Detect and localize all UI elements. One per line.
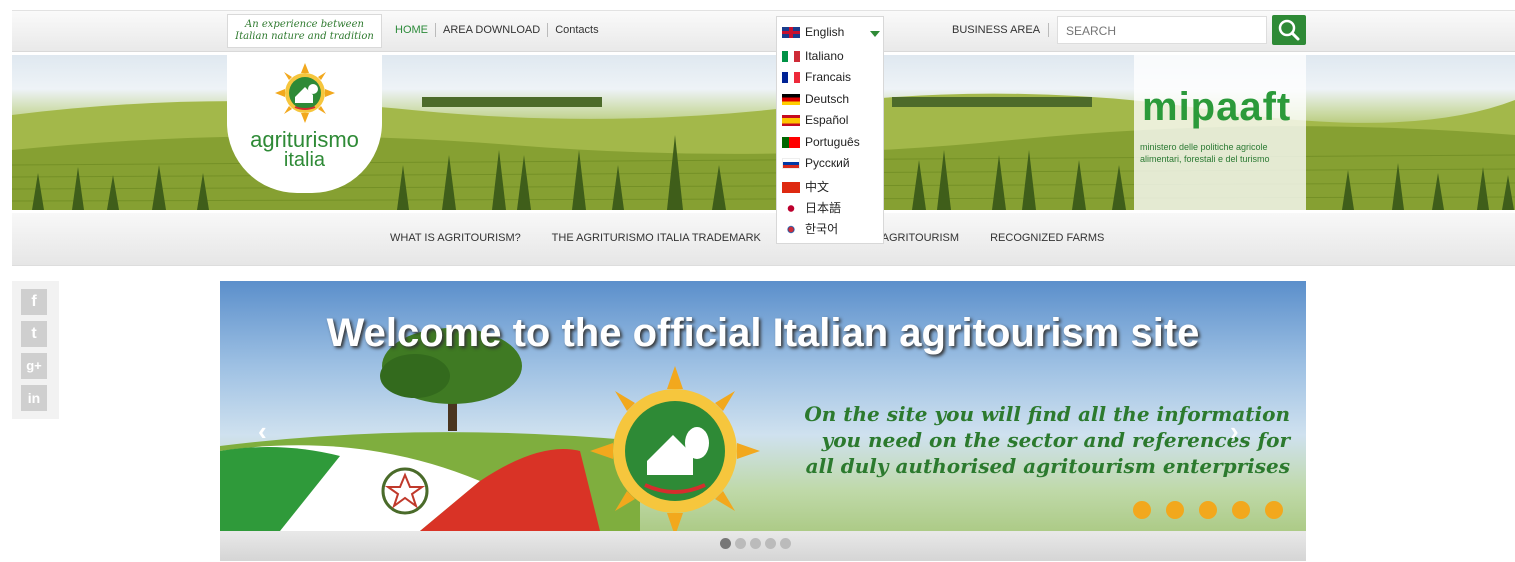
facebook-icon[interactable]: f [21,289,47,315]
search-input[interactable] [1058,17,1268,45]
language-option-label: Español [805,113,849,127]
russia-flag-icon [782,158,800,170]
language-option-label: 日本語 [805,201,842,215]
ministry-description: ministero delle politiche agricole alime… [1140,142,1270,164]
search-button[interactable] [1272,15,1306,45]
top-bar: An experience between Italian nature and… [12,10,1515,52]
business-area-link[interactable]: BUSINESS AREA [952,23,1050,37]
slider-next-icon[interactable]: › [1230,416,1239,447]
language-option-korean[interactable]: 한국어 [782,220,838,237]
uk-flag-icon [782,27,800,39]
spain-flag-icon [782,115,800,127]
language-dropdown[interactable]: English Italiano Francais Deutsch Españo… [776,16,884,244]
logo-wordmark-line2: italia [283,149,326,171]
header-banner: agriturismo italia mipaaft ministero del… [12,55,1515,210]
nav-contacts-link[interactable]: Contacts [548,23,605,37]
slider-caption-line3: all duly authorised agritourism enterpri… [805,454,1290,478]
language-option-label: Русский [805,156,850,170]
language-option-label: Português [805,135,860,149]
language-option-deutsch[interactable]: Deutsch [782,92,849,106]
germany-flag-icon [782,94,800,106]
language-option-label: Francais [805,70,852,84]
france-flag-icon [782,72,800,84]
ministry-logo[interactable]: mipaaft ministero delle politiche agrico… [1134,55,1306,210]
language-option-russian[interactable]: Русский [782,156,850,170]
language-option-francais[interactable]: Francais [782,70,851,84]
nav-trademark[interactable]: THE AGRITURISMO ITALIA TRADEMARK [552,232,761,244]
slider-dot-1[interactable] [720,538,731,549]
nav-recognized-farms[interactable]: RECOGNIZED FARMS [990,232,1104,244]
language-option-espanol[interactable]: Español [782,113,848,127]
agriturismo-logo[interactable]: agriturismo italia [227,55,382,193]
hero-slider: Welcome to the official Italian agritour… [220,281,1306,561]
language-option-japanese[interactable]: 日本語 [782,199,841,216]
slider-pager [220,531,1306,561]
language-option-italiano[interactable]: Italiano [782,49,844,63]
italy-flag-icon [782,51,800,63]
language-option-portugues[interactable]: Português [782,135,860,149]
slider-prev-icon[interactable]: ‹ [258,416,267,447]
china-flag-icon [782,182,800,194]
language-selected[interactable]: English [782,25,844,39]
slider-title: Welcome to the official Italian agritour… [326,311,1200,355]
main-nav: WHAT IS AGRITOURISM? THE AGRITURISMO ITA… [12,213,1515,266]
social-bar: f t g+ in [12,281,59,419]
linkedin-icon[interactable]: in [21,385,47,411]
tagline: An experience between Italian nature and… [227,14,382,48]
dropdown-caret-icon [870,31,880,37]
language-selected-label: English [805,25,845,39]
page: An experience between Italian nature and… [12,0,1515,562]
slider-caption: On the site you will find all the inform… [780,401,1290,479]
portugal-flag-icon [782,137,800,149]
language-option-label: 한국어 [805,222,839,236]
twitter-icon[interactable]: t [21,321,47,347]
nav-home-link[interactable]: HOME [395,23,436,37]
slider-caption-line2: you need on the sector and references fo… [821,428,1290,452]
language-option-label: 中文 [805,180,830,194]
slider-dot-5[interactable] [780,538,791,549]
slider-caption-line1: On the site you will find all the inform… [804,402,1290,426]
korea-flag-icon [782,224,800,236]
nav-what-is-agritourism[interactable]: WHAT IS AGRITOURISM? [390,232,521,244]
sun-house-logo-icon [275,63,335,123]
slider-dot-2[interactable] [735,538,746,549]
language-option-label: Italiano [805,49,844,63]
japan-flag-icon [782,203,800,215]
google-plus-icon[interactable]: g+ [21,353,47,379]
nav-area-download-link[interactable]: AREA DOWNLOAD [436,23,549,37]
language-option-chinese[interactable]: 中文 [782,178,829,195]
search-icon [1278,19,1300,41]
search-box [1057,16,1268,45]
top-nav: HOME AREA DOWNLOAD Contacts [395,23,606,37]
slider-dot-3[interactable] [750,538,761,549]
ministry-name: mipaaft [1142,85,1292,129]
slider-dot-4[interactable] [765,538,776,549]
language-option-label: Deutsch [805,92,850,106]
